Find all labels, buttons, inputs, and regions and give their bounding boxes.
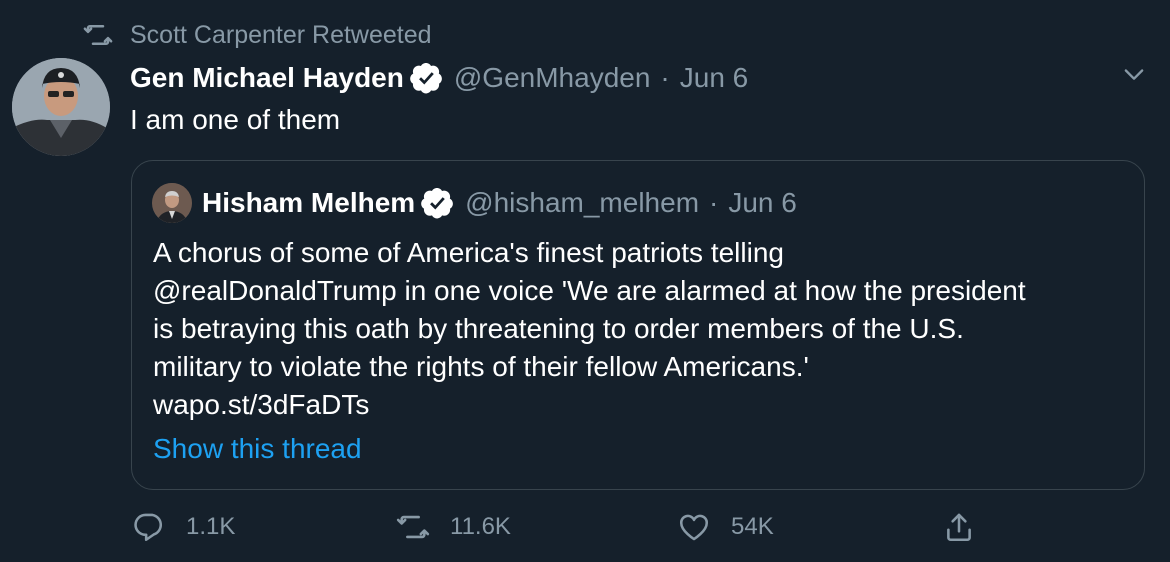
quoted-tweet-date: Jun 6 bbox=[728, 187, 797, 218]
quoted-text-line: is betraying this oath by threatening to… bbox=[153, 313, 964, 344]
quoted-text-line: @realDonaldTrump in one voice 'We are al… bbox=[153, 275, 1026, 306]
quoted-author-avatar bbox=[152, 183, 192, 223]
quoted-text-line: A chorus of some of America's finest pat… bbox=[153, 237, 784, 268]
share-icon bbox=[947, 513, 971, 542]
tweet-text: I am one of them bbox=[130, 104, 341, 135]
retweet-icon bbox=[396, 515, 430, 539]
retweet-button[interactable]: 11.6K bbox=[396, 510, 511, 544]
reply-button[interactable]: 1.1K bbox=[132, 510, 235, 544]
quoted-text-link: wapo.st/3dFaDTs bbox=[153, 389, 370, 420]
quoted-tweet-header: Hisham Melhem @hisham_melhem · Jun 6 bbox=[152, 183, 797, 223]
quoted-tweet[interactable]: Hisham Melhem @hisham_melhem · Jun 6 A c… bbox=[131, 160, 1145, 490]
retweeted-by-label[interactable]: Scott Carpenter Retweeted bbox=[130, 21, 432, 50]
separator-dot: · bbox=[709, 187, 719, 218]
reply-icon bbox=[134, 513, 163, 542]
quoted-text-line: military to violate the rights of their … bbox=[153, 351, 809, 382]
quoted-author-name: Hisham Melhem bbox=[202, 187, 416, 218]
tweet[interactable]: Scott Carpenter Retweeted Gen Michael Ha… bbox=[0, 0, 1170, 562]
quoted-author-avatar-image bbox=[152, 183, 192, 223]
quoted-author-handle: @hisham_melhem bbox=[465, 187, 700, 218]
like-button[interactable]: 54K bbox=[677, 510, 774, 544]
retweet-context: Scott Carpenter Retweeted bbox=[83, 20, 432, 50]
verified-badge-icon bbox=[421, 187, 454, 219]
retweet-count: 11.6K bbox=[450, 513, 511, 540]
author-name[interactable]: Gen Michael Hayden bbox=[130, 62, 404, 94]
reply-count: 1.1K bbox=[186, 513, 236, 540]
separator-dot: · bbox=[660, 62, 670, 93]
like-count: 54K bbox=[731, 513, 774, 540]
heart-icon bbox=[679, 514, 709, 541]
chevron-down-icon[interactable] bbox=[1120, 60, 1148, 88]
tweet-actions: 1.1K 11.6K 54K bbox=[132, 510, 992, 552]
author-avatar-image bbox=[12, 58, 110, 156]
tweet-date[interactable]: Jun 6 bbox=[680, 62, 749, 94]
author-handle[interactable]: @GenMhayden bbox=[454, 62, 651, 94]
share-button[interactable] bbox=[942, 510, 996, 544]
author-avatar[interactable] bbox=[12, 58, 110, 156]
show-thread-link[interactable]: Show this thread bbox=[153, 433, 362, 465]
quoted-tweet-text: A chorus of some of America's finest pat… bbox=[153, 234, 1133, 424]
tweet-header: Gen Michael Hayden @GenMhayden · Jun 6 bbox=[130, 58, 748, 98]
verified-badge-icon bbox=[410, 62, 442, 94]
retweet-icon bbox=[83, 25, 113, 45]
